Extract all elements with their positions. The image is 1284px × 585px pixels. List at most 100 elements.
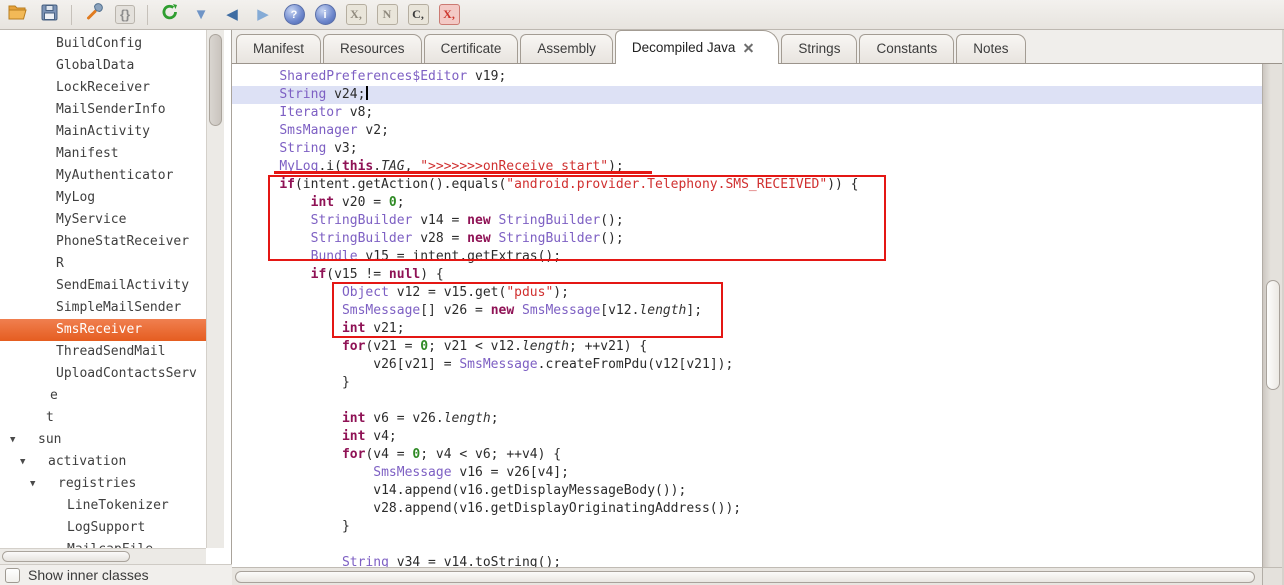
editor-horizontal-scrollbar[interactable] <box>232 567 1262 585</box>
close-tab-icon[interactable] <box>743 42 754 53</box>
code-line: String v24; <box>232 86 1262 104</box>
sidebar-item-label: SmsReceiver <box>0 322 142 337</box>
tab-assembly[interactable]: Assembly <box>520 34 613 63</box>
class-tree-sidebar: BuildConfigGlobalDataLockReceiver MailSen… <box>0 30 232 585</box>
xml-pane-button[interactable]: X, <box>344 3 368 27</box>
help-button[interactable]: ? <box>282 3 306 27</box>
tab-manifest[interactable]: Manifest <box>236 34 321 63</box>
notes-pane-button[interactable]: N <box>375 3 399 27</box>
sidebar-item-manifest[interactable]: Manifest <box>0 143 206 165</box>
tab-constants[interactable]: Constants <box>859 34 954 63</box>
constants-pane-button[interactable]: C, <box>406 3 430 27</box>
tree-expander-icon[interactable]: ▼ <box>30 473 35 495</box>
info-icon: i <box>315 4 336 25</box>
tab-decompiled-java[interactable]: Decompiled Java <box>615 30 780 64</box>
tab-certificate[interactable]: Certificate <box>424 34 519 63</box>
tab-strings[interactable]: Strings <box>781 34 857 63</box>
sidebar-item-myservice[interactable]: MyService <box>0 209 206 231</box>
sidebar-item-mylog[interactable]: MyLog <box>0 187 206 209</box>
sidebar-item-mailcapfile[interactable]: MailcapFile <box>0 539 206 548</box>
code-line: } <box>232 374 1262 392</box>
sidebar-item-label: SendEmailActivity <box>0 278 189 293</box>
sidebar-item-simplemailsender[interactable]: SimpleMailSender <box>0 297 206 319</box>
info-button[interactable]: i <box>313 3 337 27</box>
sidebar-item-label: LogSupport <box>0 520 145 535</box>
editor-vertical-scrollbar-thumb[interactable] <box>1266 280 1280 390</box>
braces-button[interactable]: {} <box>113 3 137 27</box>
refresh-icon <box>161 3 179 26</box>
sidebar-item-sendemailactivity[interactable]: SendEmailActivity <box>0 275 206 297</box>
notes-pane-icon: N <box>377 4 398 25</box>
code-line: Iterator v8; <box>232 104 1262 122</box>
sidebar-horizontal-scrollbar[interactable] <box>0 548 206 564</box>
tab-label: Strings <box>798 35 840 63</box>
sidebar-item-label: Manifest <box>0 146 119 161</box>
editor-horizontal-scrollbar-thumb[interactable] <box>235 571 1255 583</box>
sidebar-vertical-scrollbar[interactable] <box>206 30 224 548</box>
code-line: v14.append(v16.getDisplayMessageBody()); <box>232 482 1262 500</box>
tab-label: Certificate <box>441 35 502 63</box>
sidebar-item-label: e <box>0 388 58 403</box>
sidebar-vertical-scrollbar-thumb[interactable] <box>209 34 222 126</box>
sidebar-item-threadsendmail[interactable]: ThreadSendMail <box>0 341 206 363</box>
sidebar-item-e[interactable]: e <box>0 385 206 407</box>
sidebar-item-lockreceiver[interactable]: LockReceiver <box>0 77 206 99</box>
sidebar-item-activation[interactable]: ▼activation <box>0 451 206 473</box>
tab-notes[interactable]: Notes <box>956 34 1025 63</box>
sidebar-item-uploadcontactsserv[interactable]: UploadContactsServ <box>0 363 206 385</box>
nav-forward-button[interactable]: ▶ <box>251 3 275 27</box>
sidebar-item-smsreceiver[interactable]: SmsReceiver <box>0 319 206 341</box>
sidebar-item-r[interactable]: R <box>0 253 206 275</box>
code-line: int v20 = 0; <box>232 194 1262 212</box>
sidebar-item-sun[interactable]: ▼sun <box>0 429 206 451</box>
save-icon <box>41 4 58 26</box>
sidebar-item-label: SimpleMailSender <box>0 300 181 315</box>
settings-wrench-icon <box>85 3 103 26</box>
code-line: for(v21 = 0; v21 < v12.length; ++v21) { <box>232 338 1262 356</box>
sidebar-item-registries[interactable]: ▼registries <box>0 473 206 495</box>
sidebar-item-linetokenizer[interactable]: LineTokenizer <box>0 495 206 517</box>
sidebar-item-buildconfig[interactable]: BuildConfig <box>0 33 206 55</box>
nav-down-button[interactable]: ▼ <box>189 3 213 27</box>
open-folder-button[interactable] <box>6 3 30 27</box>
save-button[interactable] <box>37 3 61 27</box>
help-icon: ? <box>284 4 305 25</box>
nav-back-button[interactable]: ◀ <box>220 3 244 27</box>
sidebar-item-globaldata[interactable]: GlobalData <box>0 55 206 77</box>
sidebar-item-label: MyService <box>0 212 126 227</box>
sidebar-item-label: t <box>0 410 54 425</box>
code-line: Object v12 = v15.get("pdus"); <box>232 284 1262 302</box>
sidebar-item-label: UploadContactsServ <box>0 366 197 381</box>
braces-icon: {} <box>115 5 135 24</box>
sidebar-item-phonestatreceiver[interactable]: PhoneStatReceiver <box>0 231 206 253</box>
sidebar-item-mailsenderinfo[interactable]: MailSenderInfo <box>0 99 206 121</box>
class-tree[interactable]: BuildConfigGlobalDataLockReceiver MailSen… <box>0 30 206 548</box>
code-line: String v34 = v14.toString(); <box>232 554 1262 567</box>
tab-bar: ManifestResources Certificate Assembly Deco… <box>232 30 1284 64</box>
sidebar-horizontal-scrollbar-thumb[interactable] <box>2 551 130 562</box>
code-line: StringBuilder v14 = new StringBuilder(); <box>232 212 1262 230</box>
sidebar-item-label: MyLog <box>0 190 95 205</box>
editor-panel: ManifestResources Certificate Assembly Deco… <box>232 30 1284 585</box>
tree-expander-icon[interactable]: ▼ <box>10 429 15 451</box>
editor-vertical-scrollbar[interactable] <box>1262 64 1282 567</box>
tab-label: Constants <box>876 35 937 63</box>
sidebar-item-mainactivity[interactable]: MainActivity <box>0 121 206 143</box>
decompiled-java-code-view[interactable]: SharedPreferences$Editor v19;String v24;… <box>232 64 1262 567</box>
toolbar-separator <box>71 5 72 25</box>
settings-wrench-button[interactable] <box>82 3 106 27</box>
tab-resources[interactable]: Resources <box>323 34 422 63</box>
sidebar-item-logsupport[interactable]: LogSupport <box>0 517 206 539</box>
close-pane-button[interactable]: X, <box>437 3 461 27</box>
show-inner-classes-checkbox[interactable] <box>5 568 20 583</box>
tab-label: Decompiled Java <box>632 34 736 62</box>
refresh-button[interactable] <box>158 3 182 27</box>
sidebar-item-t[interactable]: t <box>0 407 206 429</box>
tree-expander-icon[interactable]: ▼ <box>20 451 25 473</box>
code-line: if(v15 != null) { <box>232 266 1262 284</box>
code-line: for(v4 = 0; v4 < v6; ++v4) { <box>232 446 1262 464</box>
open-folder-icon <box>8 4 28 25</box>
sidebar-item-label: MailSenderInfo <box>0 102 166 117</box>
code-line: int v6 = v26.length; <box>232 410 1262 428</box>
sidebar-item-myauthenticator[interactable]: MyAuthenticator <box>0 165 206 187</box>
